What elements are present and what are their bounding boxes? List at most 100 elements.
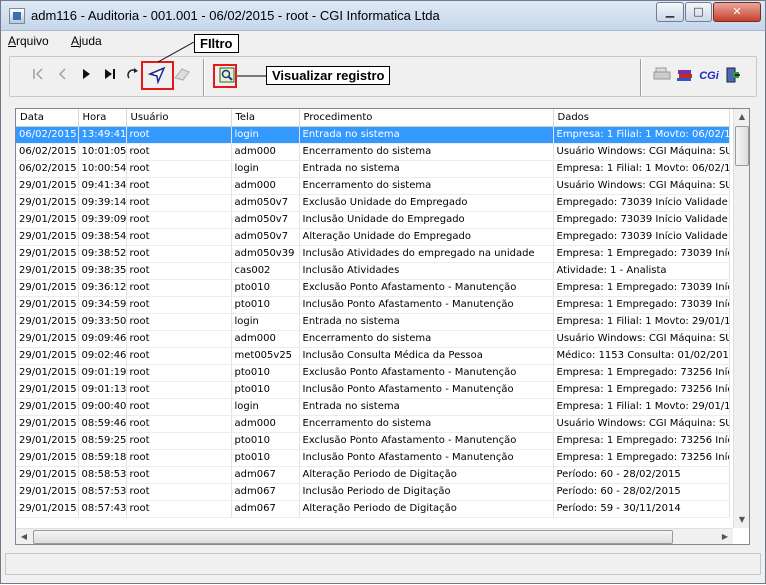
cell-data: 29/01/2015 — [16, 347, 79, 365]
cell-tela: adm050v7 — [231, 211, 300, 229]
column-header-procedimento[interactable]: Procedimento — [299, 109, 554, 127]
horizontal-scrollbar[interactable]: ◀ ▶ — [16, 528, 733, 544]
cell-dados: Usuário Windows: CGI Máquina: SU — [553, 330, 730, 348]
table-row[interactable]: 06/02/2015 10:00:54 root login Entrada no si… — [16, 160, 730, 178]
table-row[interactable]: 29/01/2015 08:59:18 root pto010 Inclusão Pon… — [16, 449, 730, 467]
horizontal-scroll-thumb[interactable] — [33, 530, 673, 544]
table-row[interactable]: 29/01/2015 09:36:12 root pto010 Exclusão Pon… — [16, 279, 730, 297]
cell-hora: 09:09:46 — [78, 330, 127, 348]
cell-procedimento: Exclusão Ponto Afastamento - Manutenção — [299, 364, 554, 382]
column-header-usuario[interactable]: Usuário — [126, 109, 232, 127]
table-row[interactable]: 29/01/2015 08:57:43 root adm067 Alteração Pe… — [16, 500, 730, 518]
cell-hora: 09:38:52 — [78, 245, 127, 263]
cell-hora: 08:59:46 — [78, 415, 127, 433]
cell-data: 29/01/2015 — [16, 194, 79, 212]
table-row[interactable]: 06/02/2015 13:49:41 root login Entrada no si… — [16, 126, 730, 144]
view-record-callout: Visualizar registro — [266, 66, 391, 85]
table-row[interactable]: 29/01/2015 08:59:25 root pto010 Exclusão Pon… — [16, 432, 730, 450]
cell-data: 29/01/2015 — [16, 279, 79, 297]
table-row[interactable]: 29/01/2015 09:09:46 root adm000 Encerramento… — [16, 330, 730, 348]
cell-procedimento: Encerramento do sistema — [299, 415, 554, 433]
cell-dados: Empresa: 1 Empregado: 73039 Iníci — [553, 296, 730, 314]
audit-window: adm116 - Auditoria - 001.001 - 06/02/201… — [0, 0, 766, 584]
cell-dados: Empresa: 1 Empregado: 73039 Iníci — [553, 245, 730, 263]
cell-usuario: root — [126, 330, 232, 348]
filter-callout-line — [157, 41, 195, 63]
cell-dados: Empresa: 1 Filial: 1 Movto: 06/02/1 — [553, 126, 730, 144]
vertical-scrollbar[interactable]: ▲ ▼ — [733, 109, 749, 528]
cell-procedimento: Entrada no sistema — [299, 398, 554, 416]
cell-data: 29/01/2015 — [16, 296, 79, 314]
cell-data: 29/01/2015 — [16, 313, 79, 331]
cell-data: 29/01/2015 — [16, 398, 79, 416]
cell-procedimento: Inclusão Consulta Médica da Pessoa — [299, 347, 554, 365]
cell-tela: adm000 — [231, 143, 300, 161]
cell-usuario: root — [126, 449, 232, 467]
table-row[interactable]: 29/01/2015 09:01:13 root pto010 Inclusão Pon… — [16, 381, 730, 399]
scroll-up-arrow[interactable]: ▲ — [734, 109, 749, 125]
cell-usuario: root — [126, 228, 232, 246]
cell-procedimento: Inclusão Atividades — [299, 262, 554, 280]
cell-data: 29/01/2015 — [16, 228, 79, 246]
cell-hora: 09:02:46 — [78, 347, 127, 365]
cell-usuario: root — [126, 143, 232, 161]
cell-procedimento: Encerramento do sistema — [299, 330, 554, 348]
table-row[interactable]: 29/01/2015 09:39:14 root adm050v7 Exclusão U… — [16, 194, 730, 212]
cell-tela: login — [231, 398, 300, 416]
cell-dados: Usuário Windows: CGI Máquina: SU — [553, 177, 730, 195]
table-row[interactable]: 29/01/2015 09:00:40 root login Entrada no si… — [16, 398, 730, 416]
cell-tela: pto010 — [231, 449, 300, 467]
cell-usuario: root — [126, 296, 232, 314]
table-row[interactable]: 29/01/2015 09:02:46 root met005v25 Inclusão … — [16, 347, 730, 365]
cell-tela: adm050v7 — [231, 194, 300, 212]
cell-usuario: root — [126, 262, 232, 280]
cell-usuario: root — [126, 415, 232, 433]
table-row[interactable]: 29/01/2015 09:38:54 root adm050v7 Alteração … — [16, 228, 730, 246]
cell-hora: 13:49:41 — [78, 126, 127, 144]
cell-data: 29/01/2015 — [16, 381, 79, 399]
cell-procedimento: Inclusão Periodo de Digitação — [299, 483, 554, 501]
table-row[interactable]: 29/01/2015 08:59:46 root adm000 Encerramento… — [16, 415, 730, 433]
table-row[interactable]: 29/01/2015 09:38:35 root cas002 Inclusão Ati… — [16, 262, 730, 280]
cell-procedimento: Exclusão Ponto Afastamento - Manutenção — [299, 432, 554, 450]
table-row[interactable]: 29/01/2015 09:01:19 root pto010 Exclusão Pon… — [16, 364, 730, 382]
cell-data: 29/01/2015 — [16, 500, 79, 518]
table-row[interactable]: 29/01/2015 08:57:53 root adm067 Inclusão Per… — [16, 483, 730, 501]
scroll-right-arrow[interactable]: ▶ — [717, 529, 733, 544]
scroll-down-arrow[interactable]: ▼ — [734, 512, 749, 528]
cell-tela: adm050v39 — [231, 245, 300, 263]
table-row[interactable]: 06/02/2015 10:01:05 root adm000 Encerramento… — [16, 143, 730, 161]
column-header-tela[interactable]: Tela — [231, 109, 300, 127]
cell-dados: Empresa: 1 Empregado: 73039 Iníci — [553, 279, 730, 297]
cell-procedimento: Inclusão Unidade do Empregado — [299, 211, 554, 229]
cell-tela: met005v25 — [231, 347, 300, 365]
table-row[interactable]: 29/01/2015 08:58:53 root adm067 Alteração Pe… — [16, 466, 730, 484]
table-row[interactable]: 29/01/2015 09:39:09 root adm050v7 Inclusão U… — [16, 211, 730, 229]
table-row[interactable]: 29/01/2015 09:34:59 root pto010 Inclusão Pon… — [16, 296, 730, 314]
cell-hora: 09:33:50 — [78, 313, 127, 331]
cell-procedimento: Exclusão Ponto Afastamento - Manutenção — [299, 279, 554, 297]
cell-data: 29/01/2015 — [16, 466, 79, 484]
table-row[interactable]: 29/01/2015 09:33:50 root login Entrada no si… — [16, 313, 730, 331]
cell-hora: 10:00:54 — [78, 160, 127, 178]
cell-tela: pto010 — [231, 381, 300, 399]
cell-data: 06/02/2015 — [16, 143, 79, 161]
column-header-data[interactable]: Data — [16, 109, 79, 127]
scroll-left-arrow[interactable]: ◀ — [16, 529, 32, 544]
column-header-hora[interactable]: Hora — [78, 109, 127, 127]
cell-hora: 09:01:13 — [78, 381, 127, 399]
vertical-scroll-thumb[interactable] — [735, 126, 749, 166]
cell-dados: Empregado: 73039 Início Validade: 2 — [553, 194, 730, 212]
cell-data: 29/01/2015 — [16, 364, 79, 382]
cell-tela: pto010 — [231, 279, 300, 297]
column-header-dados[interactable]: Dados — [553, 109, 730, 127]
cell-usuario: root — [126, 194, 232, 212]
cell-procedimento: Inclusão Ponto Afastamento - Manutenção — [299, 296, 554, 314]
cell-tela: adm000 — [231, 415, 300, 433]
table-row[interactable]: 29/01/2015 09:41:34 root adm000 Encerramento… — [16, 177, 730, 195]
cell-usuario: root — [126, 364, 232, 382]
table-row[interactable]: 29/01/2015 09:38:52 root adm050v39 Inclusão … — [16, 245, 730, 263]
cell-usuario: root — [126, 211, 232, 229]
cell-data: 29/01/2015 — [16, 483, 79, 501]
cell-usuario: root — [126, 483, 232, 501]
